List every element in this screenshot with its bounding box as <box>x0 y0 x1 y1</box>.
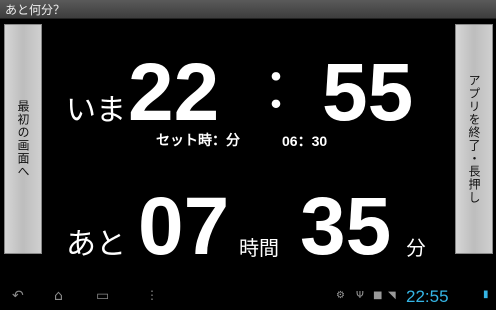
status-clock: 22:55 <box>406 287 449 306</box>
now-prefix: いま <box>66 93 126 128</box>
back-icon[interactable]: ↶ <box>12 289 24 303</box>
now-minute: 55 <box>322 47 414 138</box>
app-title: あと何分？ <box>5 3 66 17</box>
set-time-label: セット時：分 <box>156 133 240 149</box>
remaining-minutes-unit: 分 <box>406 236 426 260</box>
recent-apps-icon[interactable]: ▭ <box>96 289 109 303</box>
back-to-start-button[interactable]: 最初の画面へ <box>4 24 42 254</box>
remaining-prefix: あと <box>66 227 126 262</box>
remaining-hours: 07 <box>138 181 230 272</box>
remaining-hours-unit: 時間 <box>239 236 279 260</box>
exit-app-button[interactable]: アプリを終了・長押し <box>455 24 493 254</box>
exit-app-label: アプリを終了・長押し <box>467 74 481 204</box>
home-icon[interactable]: ⌂ <box>54 289 63 303</box>
remaining-minutes: 35 <box>300 181 392 272</box>
now-hour: 22 <box>128 47 220 138</box>
wifi-icon: ◥ <box>388 290 396 301</box>
back-to-start-label: 最初の画面へ <box>16 100 30 178</box>
title-bar: あと何分？ <box>0 0 496 19</box>
set-time-value: 06：30 <box>282 133 328 149</box>
menu-icon[interactable]: ⋮ <box>146 289 158 301</box>
usb-icon: Ψ <box>356 290 364 301</box>
android-icon: ⚙ <box>336 290 345 301</box>
sd-card-icon: ■ <box>373 290 383 301</box>
now-separator: ： <box>262 57 318 122</box>
battery-icon: ▮ <box>483 289 489 300</box>
